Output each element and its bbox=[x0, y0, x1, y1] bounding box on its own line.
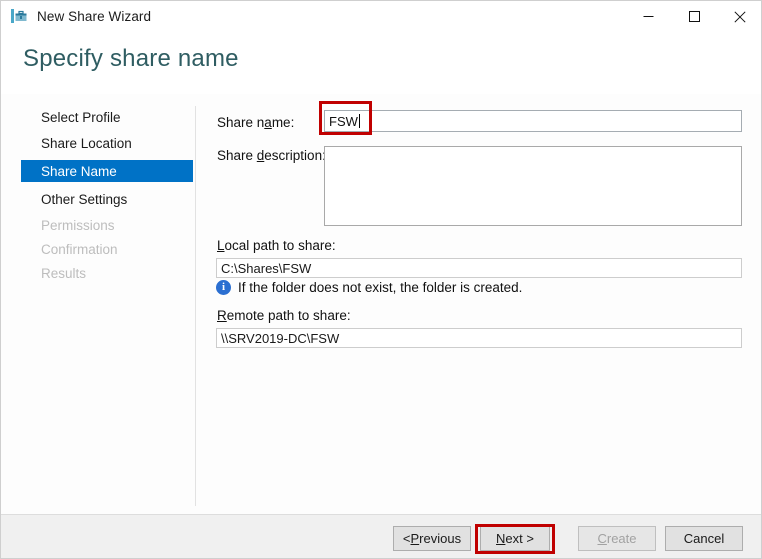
new-share-wizard-window: New Share Wizard Specify share name Sele… bbox=[0, 0, 762, 559]
previous-button[interactable]: < Previous bbox=[393, 526, 471, 551]
share-description-input[interactable] bbox=[324, 146, 742, 226]
sidebar-item-other-settings[interactable]: Other Settings bbox=[21, 188, 193, 210]
maximize-button[interactable] bbox=[671, 1, 717, 32]
sidebar-item-label: Confirmation bbox=[41, 241, 118, 257]
share-name-input[interactable]: FSW bbox=[324, 110, 742, 132]
wizard-footer: < Previous Next > Create Cancel bbox=[1, 514, 761, 558]
share-name-value: FSW bbox=[329, 113, 358, 129]
share-description-label-post: escription: bbox=[264, 148, 326, 163]
next-button-post: ext > bbox=[505, 531, 534, 546]
remote-path-label-post: emote path to share: bbox=[226, 308, 351, 323]
next-button-accel: N bbox=[496, 531, 506, 546]
remote-path-input[interactable]: \\SRV2019-DC\FSW bbox=[216, 328, 742, 348]
window-title: New Share Wizard bbox=[37, 9, 152, 24]
form-panel: Share name: FSW Share description: Local… bbox=[195, 94, 761, 514]
cancel-button[interactable]: Cancel bbox=[665, 526, 743, 551]
next-button[interactable]: Next > bbox=[480, 526, 550, 551]
share-name-label-accel: a bbox=[264, 115, 272, 130]
previous-button-accel: P bbox=[410, 531, 420, 546]
info-icon: i bbox=[216, 280, 231, 295]
folder-created-note: i If the folder does not exist, the fold… bbox=[216, 280, 522, 295]
sidebar-item-confirmation: Confirmation bbox=[21, 238, 193, 260]
create-button-post: reate bbox=[606, 531, 637, 546]
sidebar-item-permissions: Permissions bbox=[21, 214, 193, 236]
share-wizard-icon bbox=[10, 8, 27, 25]
sidebar-item-label: Other Settings bbox=[41, 191, 128, 207]
remote-path-label: Remote path to share: bbox=[217, 308, 351, 323]
remote-path-label-accel: R bbox=[217, 308, 227, 323]
sidebar-item-label: Share Name bbox=[41, 163, 117, 179]
sidebar-item-share-name[interactable]: Share Name bbox=[21, 160, 193, 182]
sidebar-item-share-location[interactable]: Share Location bbox=[21, 132, 193, 154]
page-header: Specify share name bbox=[1, 32, 761, 94]
local-path-input[interactable]: C:\Shares\FSW bbox=[216, 258, 742, 278]
close-icon bbox=[734, 10, 746, 23]
local-path-label-post: ocal path to share: bbox=[224, 238, 336, 253]
maximize-icon bbox=[688, 11, 700, 22]
share-description-label-pre: Share bbox=[217, 148, 257, 163]
sidebar-item-label: Results bbox=[41, 265, 87, 281]
local-path-label-accel: L bbox=[217, 238, 225, 253]
local-path-value: C:\Shares\FSW bbox=[221, 260, 312, 276]
local-path-label: Local path to share: bbox=[217, 238, 336, 253]
sidebar-item-label: Permissions bbox=[41, 217, 115, 233]
close-button[interactable] bbox=[717, 1, 761, 32]
previous-button-pre: < bbox=[402, 531, 411, 546]
share-description-label: Share description: bbox=[217, 148, 326, 163]
create-button-accel: C bbox=[597, 531, 607, 546]
create-button: Create bbox=[578, 526, 656, 551]
window-controls bbox=[625, 1, 761, 32]
remote-path-value: \\SRV2019-DC\FSW bbox=[221, 330, 340, 346]
wizard-body: Select Profile Share Location Share Name… bbox=[1, 94, 761, 514]
share-name-label-post: me: bbox=[271, 115, 295, 130]
previous-button-post: revious bbox=[419, 531, 462, 546]
share-name-label-pre: Share n bbox=[217, 115, 265, 130]
folder-created-note-text: If the folder does not exist, the folder… bbox=[238, 280, 523, 295]
cancel-button-label: Cancel bbox=[683, 531, 725, 546]
text-caret bbox=[358, 114, 360, 128]
sidebar-item-results: Results bbox=[21, 262, 193, 284]
sidebar-item-label: Share Location bbox=[41, 135, 132, 151]
share-name-label: Share name: bbox=[217, 115, 294, 130]
sidebar-item-select-profile[interactable]: Select Profile bbox=[21, 106, 193, 128]
minimize-icon bbox=[643, 16, 653, 17]
page-title: Specify share name bbox=[23, 45, 239, 72]
wizard-steps-nav: Select Profile Share Location Share Name… bbox=[1, 94, 195, 514]
minimize-button[interactable] bbox=[625, 1, 671, 32]
sidebar-item-label: Select Profile bbox=[41, 109, 121, 125]
title-bar: New Share Wizard bbox=[1, 1, 761, 32]
